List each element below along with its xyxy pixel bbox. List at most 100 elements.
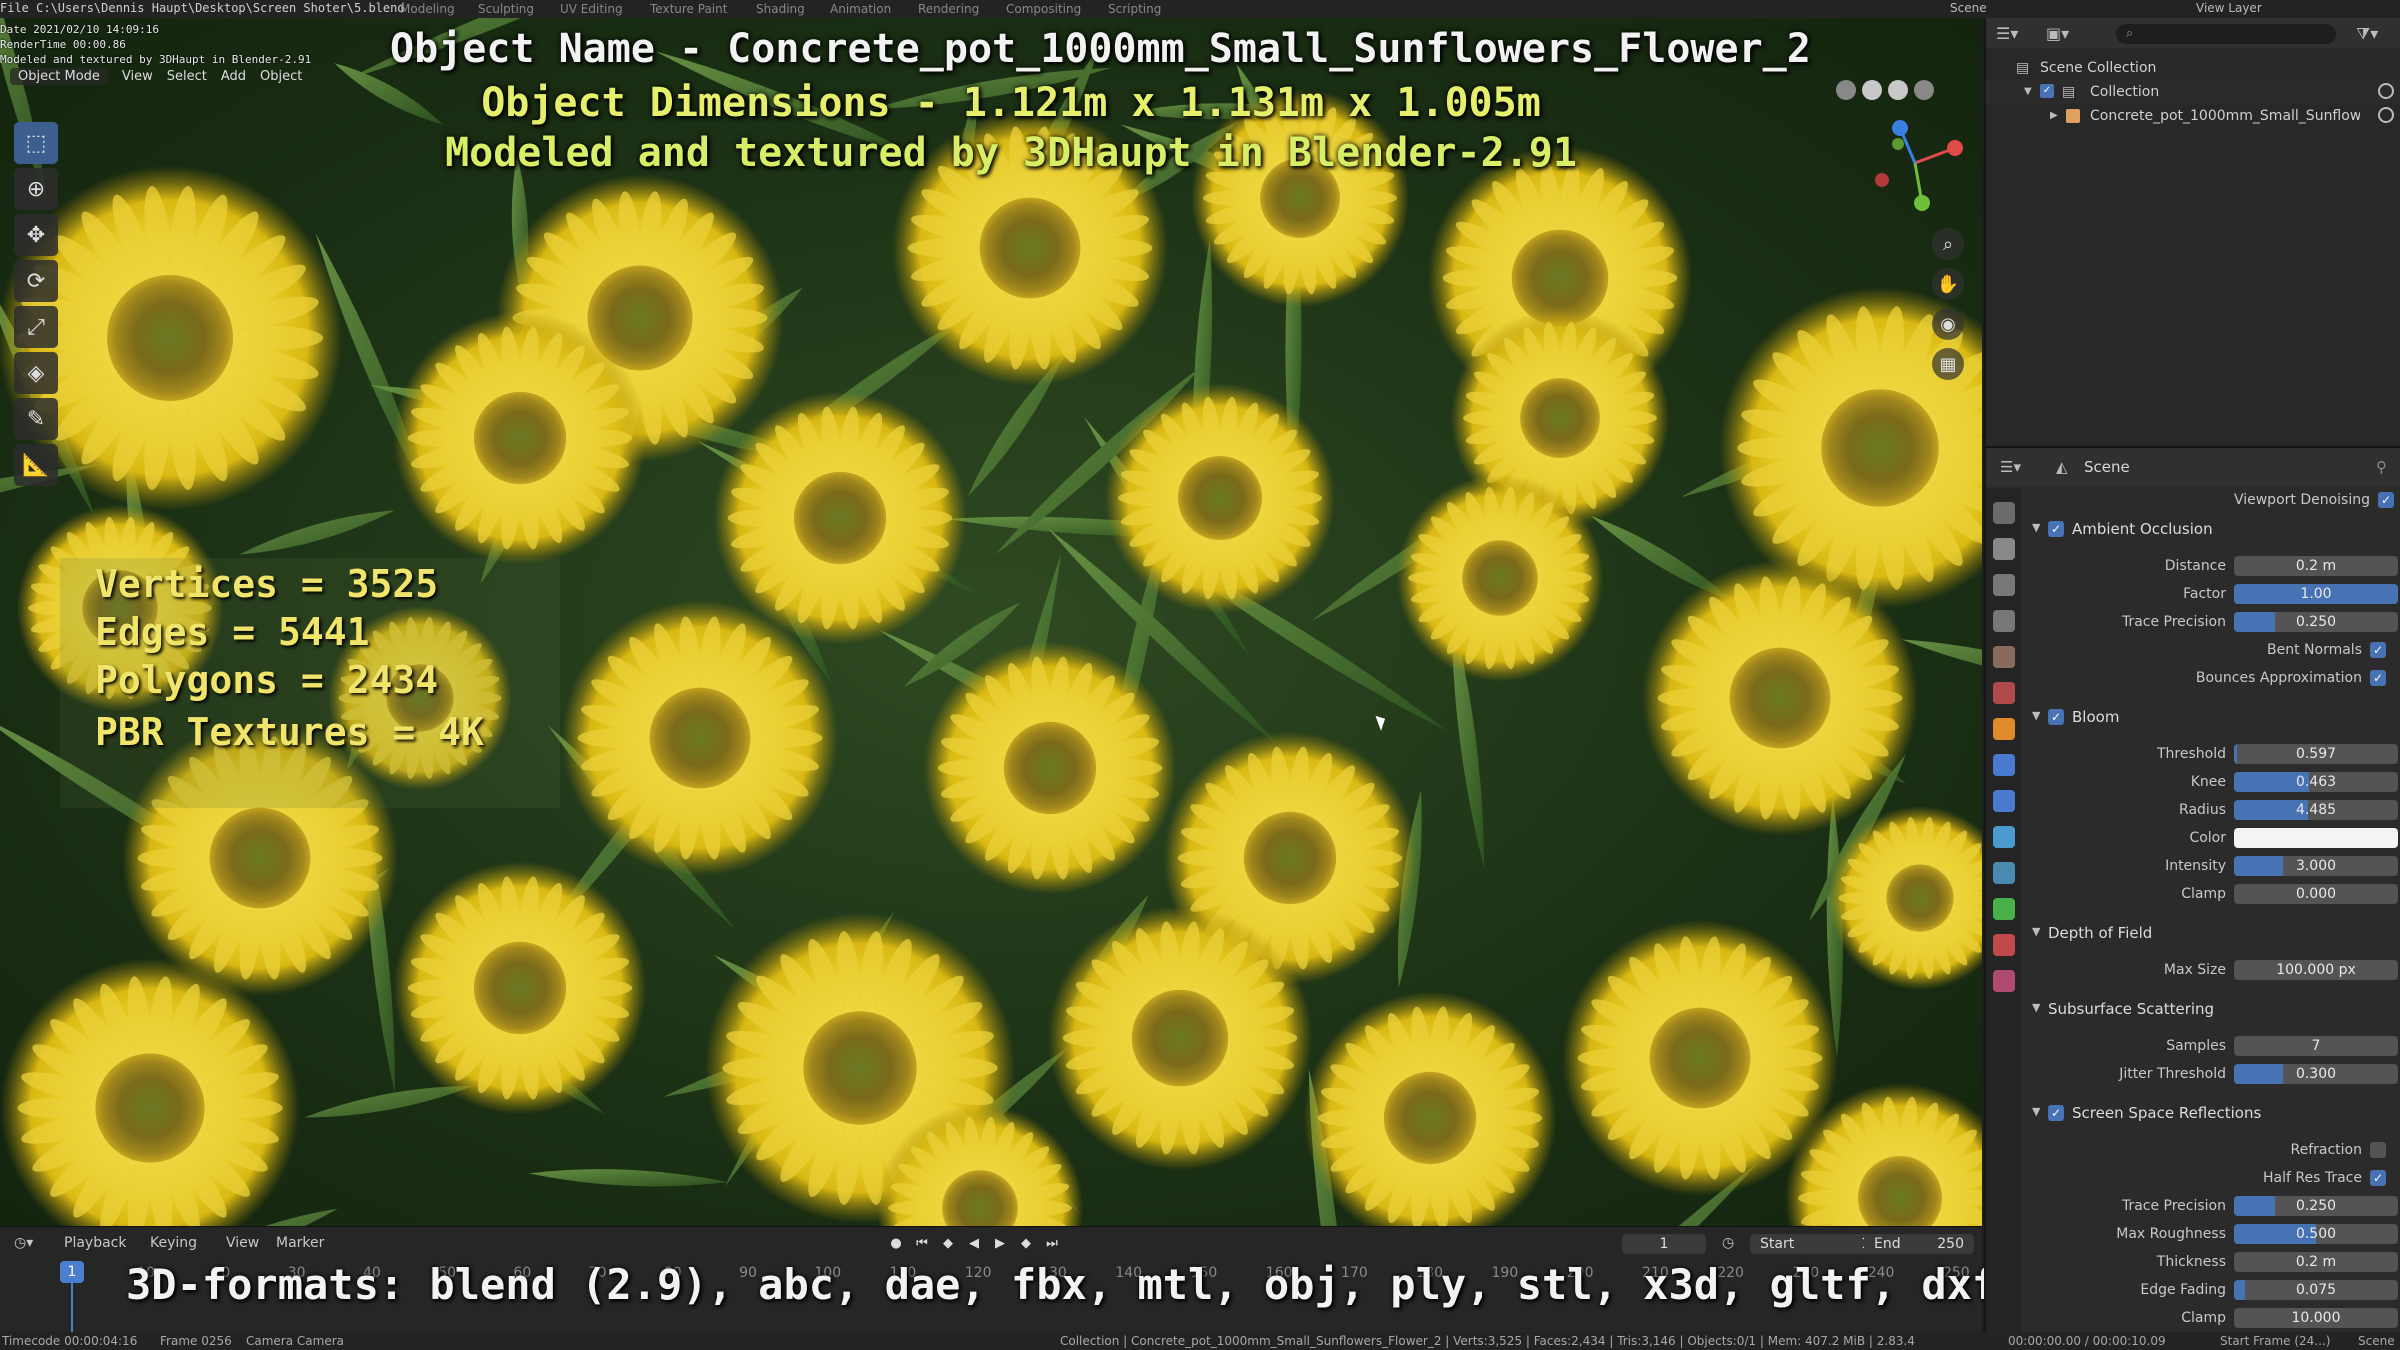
ao-panel-header[interactable]: ▼ ✓ Ambient Occlusion: [2022, 516, 2400, 542]
tab-scripting[interactable]: Scripting: [1108, 2, 1161, 16]
ssr-thickness-field[interactable]: 0.2 m: [2234, 1252, 2398, 1272]
tab-uv-editing[interactable]: UV Editing: [560, 2, 623, 16]
sss-jitter-slider[interactable]: 0.300: [2234, 1064, 2398, 1084]
view-layer-tab-icon[interactable]: [1993, 610, 2015, 632]
material-tab-icon[interactable]: [1993, 934, 2015, 956]
start-frame-field[interactable]: Start 1: [1750, 1234, 1880, 1254]
rotate-icon[interactable]: ⟳: [14, 260, 58, 302]
tab-modeling[interactable]: Modeling: [400, 2, 455, 16]
editor-type-icon[interactable]: ◷▾: [14, 1235, 33, 1251]
bloom-radius-slider[interactable]: 4.485: [2234, 800, 2398, 820]
ssr-roughness-slider[interactable]: 0.500: [2234, 1224, 2398, 1244]
display-mode-icon[interactable]: ▣▾: [2046, 24, 2069, 43]
camera-view-icon[interactable]: ◉: [1932, 308, 1964, 340]
properties-type-icon[interactable]: ☰▾: [2000, 458, 2021, 476]
outliner-search-input[interactable]: ⌕: [2116, 24, 2336, 44]
tab-compositing[interactable]: Compositing: [1006, 2, 1081, 16]
menu-playback[interactable]: Playback: [64, 1235, 126, 1251]
scale-icon[interactable]: ⤢: [14, 306, 58, 348]
bloom-color-swatch[interactable]: [2234, 828, 2398, 848]
current-frame-field[interactable]: 1: [1622, 1234, 1706, 1254]
outliner-row-collection[interactable]: ▼ ✓ ▤ Collection: [1986, 80, 2400, 104]
sss-samples-field[interactable]: 7: [2234, 1036, 2398, 1056]
bloom-knee-slider[interactable]: 0.463: [2234, 772, 2398, 792]
render-tab-icon[interactable]: [1993, 538, 2015, 560]
tool-tab-icon[interactable]: [1993, 502, 2015, 524]
output-tab-icon[interactable]: [1993, 574, 2015, 596]
texture-tab-icon[interactable]: [1993, 970, 2015, 992]
dof-panel-header[interactable]: ▼ Depth of Field: [2022, 920, 2400, 946]
sss-panel-header[interactable]: ▼ Subsurface Scattering: [2022, 996, 2400, 1022]
select-box-icon[interactable]: ⬚: [14, 122, 58, 164]
record-icon[interactable]: ●: [886, 1233, 906, 1253]
ssr-enable-checkbox[interactable]: ✓: [2048, 1105, 2064, 1121]
viewport-denoising-checkbox[interactable]: ✓: [2378, 492, 2394, 508]
play-icon[interactable]: ▶: [990, 1233, 1010, 1253]
expand-icon[interactable]: ▼: [2024, 80, 2032, 104]
jump-end-icon[interactable]: ⏭: [1042, 1233, 1062, 1253]
bloom-enable-checkbox[interactable]: ✓: [2048, 709, 2064, 725]
tab-sculpting[interactable]: Sculpting: [478, 2, 534, 16]
ssr-clamp-field[interactable]: 10.000: [2234, 1308, 2398, 1328]
half-res-checkbox[interactable]: ✓: [2370, 1170, 2386, 1186]
pin-icon[interactable]: ⚲: [2376, 458, 2387, 476]
tab-animation[interactable]: Animation: [830, 2, 891, 16]
visibility-eye-icon[interactable]: [2378, 107, 2394, 123]
dof-max-size-field[interactable]: 100.000 px: [2234, 960, 2398, 980]
next-keyframe-icon[interactable]: ◆: [1016, 1233, 1036, 1253]
tab-texture-paint[interactable]: Texture Paint: [650, 2, 727, 16]
view-layer-selector[interactable]: View Layer: [2196, 1, 2262, 15]
menu-marker[interactable]: Marker: [276, 1235, 324, 1251]
collection-checkbox[interactable]: ✓: [2040, 84, 2054, 98]
bloom-clamp-field[interactable]: 0.000: [2234, 884, 2398, 904]
move-icon[interactable]: ✥: [14, 214, 58, 256]
bloom-threshold-slider[interactable]: 0.597: [2234, 744, 2398, 764]
transform-icon[interactable]: ◈: [14, 352, 58, 394]
data-tab-icon[interactable]: [1993, 898, 2015, 920]
ssr-edge-slider[interactable]: 0.075: [2234, 1280, 2398, 1300]
tab-rendering[interactable]: Rendering: [918, 2, 979, 16]
perspective-grid-icon[interactable]: ▦: [1932, 348, 1964, 380]
menu-keying[interactable]: Keying: [150, 1235, 197, 1251]
constraints-tab-icon[interactable]: [1993, 862, 2015, 884]
expand-collapsed-icon[interactable]: ▶: [2050, 104, 2058, 128]
viewport-3d[interactable]: Date 2021/02/10 14:09:16 RenderTime 00:0…: [0, 18, 1982, 1226]
bent-normals-checkbox[interactable]: ✓: [2370, 642, 2386, 658]
menu-timeline-view[interactable]: View: [226, 1235, 259, 1251]
refraction-checkbox[interactable]: [2370, 1142, 2386, 1158]
modifier-tab-icon[interactable]: [1993, 754, 2015, 776]
outliner-row-object[interactable]: ▶ Concrete_pot_1000mm_Small_Sunflowers_F…: [1986, 104, 2400, 128]
play-reverse-icon[interactable]: ◀: [964, 1233, 984, 1253]
ao-trace-slider[interactable]: 0.250: [2234, 612, 2398, 632]
measure-icon[interactable]: 📐: [14, 444, 58, 486]
particles-tab-icon[interactable]: [1993, 790, 2015, 812]
ao-distance-field[interactable]: 0.2 m: [2234, 556, 2398, 576]
world-tab-icon[interactable]: [1993, 682, 2015, 704]
pan-hand-icon[interactable]: ✋: [1932, 268, 1964, 300]
navigation-gizmo[interactable]: [1860, 108, 1970, 218]
bloom-intensity-slider[interactable]: 3.000: [2234, 856, 2398, 876]
physics-tab-icon[interactable]: [1993, 826, 2015, 848]
bounces-checkbox[interactable]: ✓: [2370, 670, 2386, 686]
annotate-icon[interactable]: ✎: [14, 398, 58, 440]
outliner-type-icon[interactable]: ☰▾: [1996, 24, 2018, 43]
end-frame-field[interactable]: End 250: [1864, 1234, 1974, 1254]
ssr-panel-header[interactable]: ▼ ✓ Screen Space Reflections: [2022, 1100, 2400, 1126]
tab-shading[interactable]: Shading: [756, 2, 805, 16]
ao-factor-slider[interactable]: 1.00: [2234, 584, 2398, 604]
ssr-trace-slider[interactable]: 0.250: [2234, 1196, 2398, 1216]
bloom-panel-header[interactable]: ▼ ✓ Bloom: [2022, 704, 2400, 730]
jump-start-icon[interactable]: ⏮: [912, 1233, 932, 1253]
filter-icon[interactable]: ⧩▾: [2356, 24, 2378, 44]
ao-enable-checkbox[interactable]: ✓: [2048, 521, 2064, 537]
scene-tab-icon[interactable]: [1993, 646, 2015, 668]
stopwatch-icon[interactable]: ◷: [1722, 1235, 1734, 1251]
visibility-eye-icon[interactable]: [2378, 83, 2394, 99]
prev-keyframe-icon[interactable]: ◆: [938, 1233, 958, 1253]
cursor-icon[interactable]: ⊕: [14, 168, 58, 210]
zoom-icon[interactable]: ⌕: [1932, 228, 1964, 260]
outliner-row-scene-collection[interactable]: ▤ Scene Collection: [1986, 56, 2400, 80]
scene-selector[interactable]: Scene: [1950, 1, 1987, 15]
object-tab-icon[interactable]: [1993, 718, 2015, 740]
playhead[interactable]: 1: [60, 1261, 84, 1283]
